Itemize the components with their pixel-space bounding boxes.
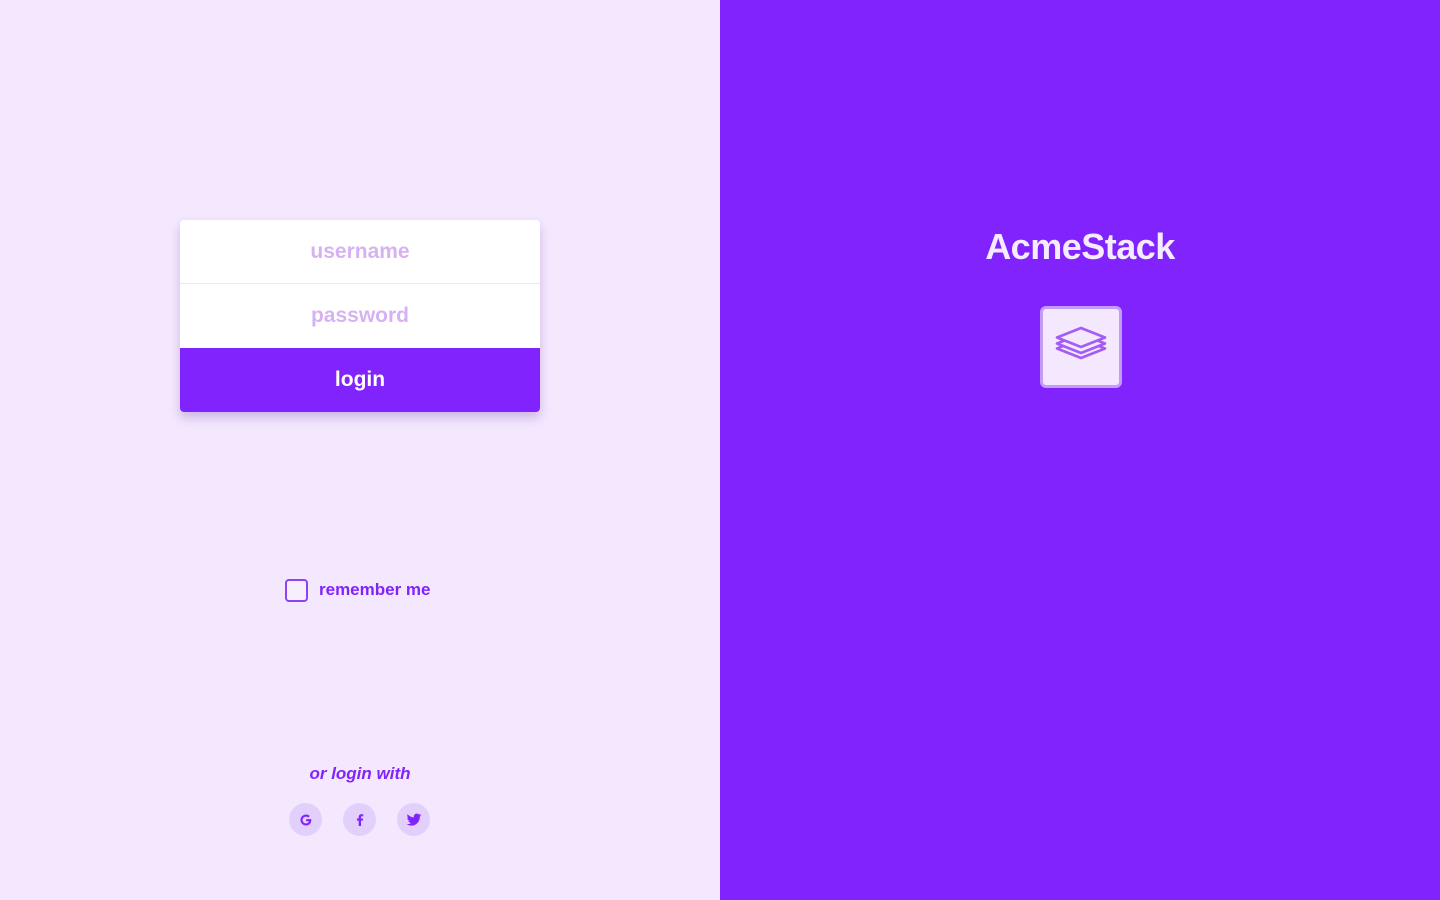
social-login-prompt: or login with: [309, 764, 411, 783]
checkbox-box[interactable]: [285, 578, 308, 602]
facebook-icon: [356, 813, 363, 826]
twitter-login-button[interactable]: [397, 803, 430, 836]
google-icon: [300, 814, 311, 825]
brand-logo: [1040, 306, 1122, 388]
username-input[interactable]: [180, 220, 540, 284]
facebook-login-button[interactable]: [343, 803, 376, 836]
remember-me-checkbox[interactable]: remember me: [285, 578, 431, 602]
login-button[interactable]: login: [180, 348, 540, 412]
layers-icon: [1055, 326, 1107, 360]
login-panel: login remember me or login with: [0, 0, 720, 900]
twitter-icon: [406, 813, 421, 826]
brand-title: AcmeStack: [985, 226, 1175, 267]
password-input[interactable]: [180, 284, 540, 348]
login-card: login: [180, 220, 540, 412]
google-login-button[interactable]: [289, 803, 322, 836]
remember-me-label: remember me: [319, 580, 431, 599]
brand-panel: [720, 0, 1440, 900]
